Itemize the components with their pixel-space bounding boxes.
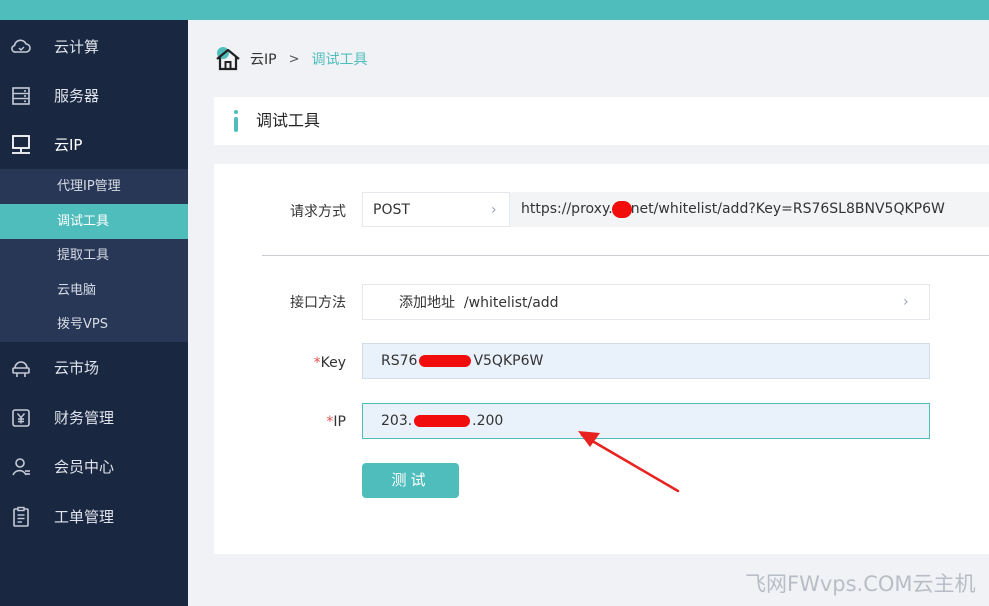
api-method-path: /whitelist/add [463,295,559,311]
url-suffix: net/whitelist/add?Key=RS76SL8BNV5QKP6W [630,201,945,217]
chevron-right-icon: › [903,294,909,310]
redaction-mark [611,200,632,218]
breadcrumb-root[interactable]: 云IP [250,49,277,69]
top-bar [0,0,989,20]
monitor-icon [12,135,30,154]
test-button[interactable]: 测试 [362,463,459,498]
page-title: 调试工具 [256,111,321,130]
ip-prefix: 203. [381,413,413,429]
ip-label-text: IP [333,414,346,430]
cloud-ip-submenu: 代理IP管理 调试工具 提取工具 云电脑 拨号VPS [0,169,188,342]
home-icon[interactable] [214,45,242,73]
sidebar-item-label: 工单管理 [54,508,115,526]
title-accent-icon [234,110,238,132]
sidebar-item-finance[interactable]: 财务管理 [0,398,188,438]
submenu-item-label: 代理IP管理 [57,179,121,194]
watermark: 飞网FWvps.COM云主机 [745,572,976,596]
submenu-item-label: 拨号VPS [57,317,108,332]
key-input[interactable]: RS76 V5QKP6W [362,343,930,379]
sidebar-item-label: 会员中心 [54,458,115,476]
submenu-item-cloud-pc[interactable]: 云电脑 [0,273,188,308]
submenu-item-proxy-ip[interactable]: 代理IP管理 [0,169,188,204]
sidebar-item-label: 财务管理 [54,409,115,427]
sidebar-item-label: 服务器 [54,87,100,105]
submenu-item-label: 提取工具 [57,248,110,263]
sidebar-item-ticket[interactable]: 工单管理 [0,497,188,537]
panel-header: 调试工具 [214,97,989,145]
sidebar: 云计算 服务器 云IP 代理IP管理 调试工具 提取工具 云电脑 拨号VPS 云… [0,20,188,606]
key-prefix: RS76 [381,353,418,369]
sidebar-item-cloud-ip[interactable]: 云IP [0,125,188,165]
redaction-mark [419,355,472,367]
cloud-icon [11,39,31,53]
submenu-item-extract-tool[interactable]: 提取工具 [0,238,188,273]
breadcrumb-separator: > [288,51,300,67]
submenu-item-label: 调试工具 [57,214,110,229]
method-value: POST [373,202,410,218]
sidebar-item-server[interactable]: 服务器 [0,76,188,116]
url-prefix: https://proxy. [521,201,613,217]
key-label-text: Key [320,355,346,371]
user-icon [12,458,30,476]
sidebar-item-member-center[interactable]: 会员中心 [0,447,188,487]
sidebar-item-cloud-computing[interactable]: 云计算 [0,27,188,67]
ticket-icon [13,506,29,527]
market-icon [12,361,30,377]
submenu-item-debug-tool[interactable]: 调试工具 [0,204,188,239]
sidebar-item-label: 云计算 [54,38,100,56]
sidebar-item-label: 云IP [54,136,83,154]
required-marker: * [313,355,321,371]
key-label: *Key [256,353,346,373]
breadcrumb-current: 调试工具 [311,52,368,68]
sidebar-item-label: 云市场 [54,359,100,377]
finance-icon [12,409,30,427]
api-method-name: 添加地址 [399,295,455,311]
method-select[interactable]: POST › [362,192,510,227]
api-method-label: 接口方法 [290,295,346,311]
sidebar-item-cloud-market[interactable]: 云市场 [0,348,188,388]
submenu-item-dial-vps[interactable]: 拨号VPS [0,307,188,342]
redaction-mark [414,415,471,427]
server-icon [12,87,30,105]
annotation-arrow-icon [578,431,680,493]
chevron-right-icon: › [491,202,497,218]
request-url-field: https://proxy. net/whitelist/add?Key=RS76… [510,192,989,227]
api-method-select[interactable]: 添加地址 /whitelist/add › [362,284,930,320]
breadcrumb: 云IP > 调试工具 [214,44,367,74]
method-label: 请求方式 [290,204,346,220]
key-suffix: V5QKP6W [473,353,544,369]
ip-label: *IP [256,412,346,432]
submenu-item-label: 云电脑 [57,283,97,298]
form-divider [262,255,989,256]
ip-suffix: .200 [472,413,504,429]
